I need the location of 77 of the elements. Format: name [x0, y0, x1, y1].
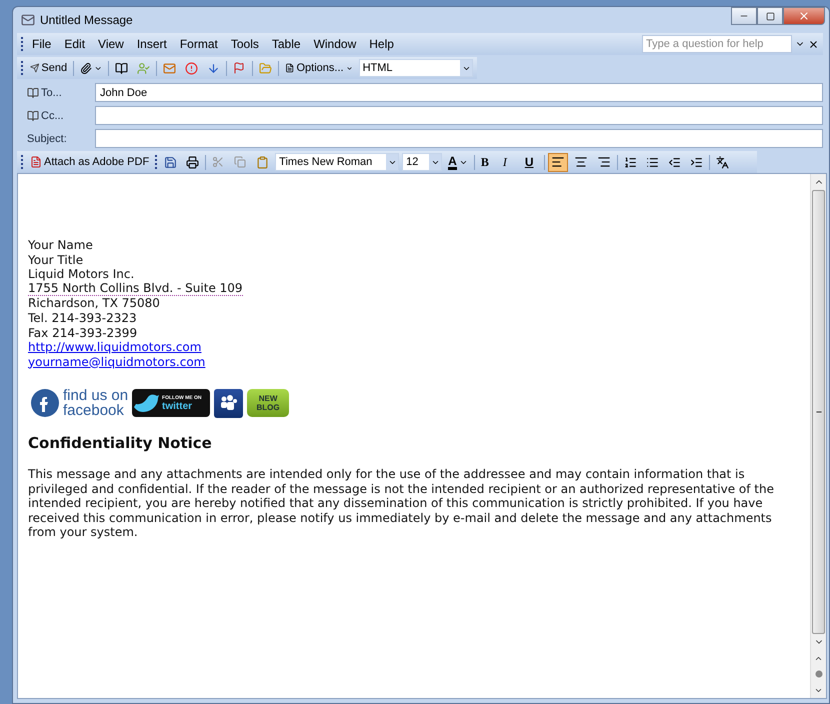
align-left-icon	[550, 155, 565, 169]
menu-item[interactable]: View	[93, 37, 129, 51]
flag-icon	[233, 62, 246, 74]
circle-icon	[814, 670, 822, 678]
arrow-down-icon	[207, 62, 220, 74]
folder-icon	[259, 62, 272, 74]
maximize-button[interactable]	[757, 7, 783, 25]
underline-button[interactable]: U	[522, 152, 541, 172]
minimize-button[interactable]	[731, 7, 757, 25]
mail-icon	[21, 13, 35, 27]
menu-item[interactable]: Tools	[226, 37, 264, 51]
facebook-badge[interactable]: find us on facebook	[30, 387, 128, 420]
align-center-icon	[574, 155, 588, 169]
scissors-icon	[212, 156, 224, 168]
pdf-icon	[30, 156, 42, 168]
paperclip-icon	[80, 62, 92, 74]
menu-item[interactable]: Insert	[132, 37, 172, 51]
address-field[interactable]	[95, 106, 823, 125]
menu-item[interactable]: Table	[266, 37, 306, 51]
format-dropdown[interactable]: HTML	[358, 59, 474, 77]
address-field[interactable]	[95, 129, 823, 148]
link[interactable]: yourname@liquidmotors.com	[28, 354, 206, 370]
attach-pdf-button[interactable]: Attach as Adobe PDF	[27, 152, 152, 172]
close-icon[interactable]	[808, 38, 819, 50]
notice-heading: Confidentiality Notice	[28, 436, 212, 451]
decrease-indent-icon	[668, 156, 681, 168]
printer-icon	[186, 156, 200, 168]
close-button[interactable]	[783, 7, 825, 25]
envelope-icon	[163, 62, 176, 74]
font-color-button[interactable]: A	[445, 152, 471, 172]
close-icon	[798, 10, 810, 22]
menu-item[interactable]: Help	[364, 37, 399, 51]
align-button[interactable]	[548, 152, 568, 172]
send-icon	[30, 62, 40, 74]
document-icon	[285, 62, 294, 74]
increase-indent-icon	[690, 156, 703, 168]
address-field[interactable]: John Doe	[95, 83, 823, 102]
people-badge[interactable]	[214, 388, 244, 418]
window-title: Untitled Message	[40, 13, 133, 27]
signature-line: Your Name	[28, 238, 93, 253]
signature-line: Your Title	[28, 252, 84, 268]
menu-item[interactable]: Edit	[59, 37, 90, 51]
signature-line: Tel. 214-393-2323	[28, 310, 137, 326]
menu-item[interactable]: Window	[308, 37, 362, 51]
options-button[interactable]: Options...	[282, 58, 356, 78]
address-button[interactable]: Cc...	[27, 110, 95, 122]
menu-item[interactable]: File	[27, 37, 56, 51]
book-icon	[115, 62, 128, 74]
menu-item[interactable]: Format	[174, 37, 223, 51]
field-label: Subject:	[27, 132, 68, 144]
book-icon	[27, 110, 39, 122]
notice-text: This message and any attachments are intended only for the use of the addressee and may contain information that is privileged and confidential. If the reader of the message is not the intended recipient or an authorized representative of the intended recipient, you are hereby notified that any dissemination of this communication is strictly prohibited. If you have received this communication in error, please notify us immediately by e-mail and delete the message and any attachments from your system.	[28, 466, 775, 540]
bold-button[interactable]: B	[478, 152, 497, 172]
book-icon	[27, 86, 39, 98]
send-button[interactable]: Send	[26, 58, 70, 78]
blog-badge[interactable]: NEW BLOG	[247, 389, 290, 418]
numbered-list-icon	[624, 156, 637, 168]
align-right-icon	[596, 155, 611, 169]
address-text: 1755 North Collins Blvd. - Suite 109	[28, 282, 243, 296]
bullet-list-icon	[646, 156, 659, 168]
person-check-icon	[137, 62, 150, 74]
font-size-dropdown[interactable]: 12	[402, 153, 442, 171]
copy-icon	[234, 156, 246, 168]
translate-icon	[716, 156, 729, 168]
signature-line: Fax 214-393-2399	[28, 326, 138, 340]
font-dropdown[interactable]: Times New Roman	[275, 153, 400, 171]
maximize-icon	[766, 12, 774, 20]
signature-line: Richardson, TX 75080	[28, 296, 160, 311]
scrollbar-thumb[interactable]	[812, 190, 825, 634]
link[interactable]: http://www.liquidmotors.com	[28, 340, 202, 355]
save-icon	[164, 156, 178, 168]
italic-button[interactable]: I	[500, 152, 519, 172]
help-search-field[interactable]: Type a question for help	[642, 35, 792, 53]
clipboard-icon	[256, 156, 270, 168]
address-button[interactable]: To...	[27, 86, 95, 98]
signature-line: Liquid Motors Inc.	[28, 267, 134, 282]
exclamation-icon	[185, 62, 198, 74]
